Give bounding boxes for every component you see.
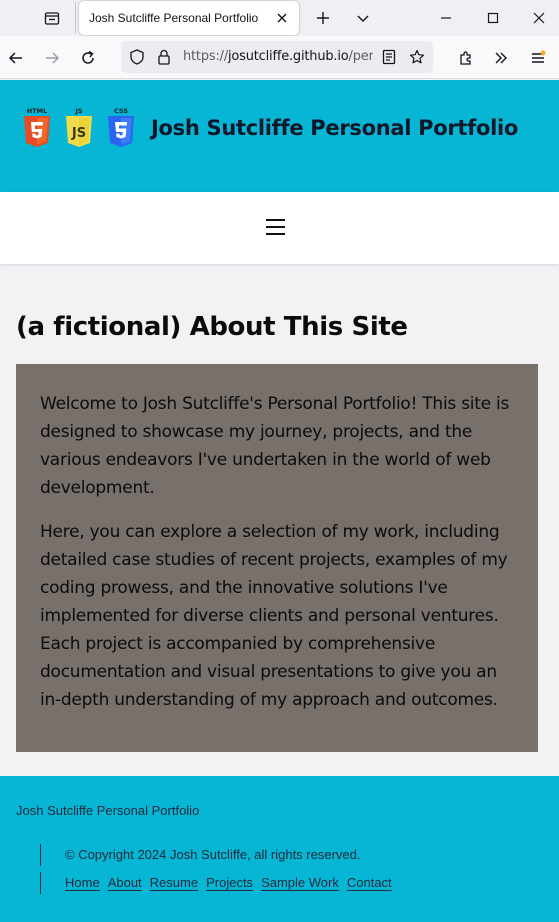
new-tab-icon[interactable] — [312, 7, 334, 29]
html5-logo-icon: HTML — [24, 107, 50, 147]
close-window-icon[interactable] — [527, 6, 551, 30]
reader-view-icon[interactable] — [380, 48, 398, 66]
footer-link-contact[interactable]: Contact — [347, 875, 392, 890]
overflow-chevron-icon[interactable] — [487, 44, 515, 72]
footer-divider — [40, 844, 41, 866]
footer-nav: Home About Resume Projects Sample Work C… — [65, 875, 392, 890]
tab-separator — [75, 2, 76, 34]
javascript-logo-icon: JS JS — [66, 107, 92, 147]
about-paragraph: Here, you can explore a selection of my … — [40, 522, 508, 710]
chevron-down-icon[interactable] — [352, 7, 374, 29]
back-arrow-icon[interactable] — [2, 44, 30, 72]
about-content-box: Welcome to Josh Sutcliffe's Personal Por… — [16, 364, 538, 752]
url-host: josutcliffe.github.io — [228, 49, 349, 64]
footer-link-about[interactable]: About — [108, 875, 142, 890]
hamburger-menu-icon[interactable] — [266, 219, 288, 237]
svg-text:CSS: CSS — [114, 107, 128, 115]
css3-logo-icon: CSS — [108, 107, 134, 147]
close-tab-icon[interactable] — [273, 9, 291, 27]
tab-title: Josh Sutcliffe Personal Portfolio — [89, 11, 259, 25]
site-footer: Josh Sutcliffe Personal Portfolio © Copy… — [0, 776, 559, 922]
footer-link-projects[interactable]: Projects — [206, 875, 253, 890]
about-paragraph: Welcome to Josh Sutcliffe's Personal Por… — [40, 394, 510, 498]
svg-text:HTML: HTML — [27, 107, 47, 115]
url-path: /pers — [348, 49, 373, 64]
app-menu-icon[interactable] — [524, 44, 552, 72]
shield-icon[interactable] — [128, 48, 146, 66]
maximize-icon[interactable] — [481, 6, 505, 30]
page-title: (a fictional) About This Site — [16, 312, 408, 342]
extensions-icon[interactable] — [452, 44, 480, 72]
address-bar[interactable]: https://josutcliffe.github.io/pers — [121, 41, 433, 73]
svg-text:JS: JS — [71, 126, 86, 141]
footer-divider — [40, 872, 41, 894]
footer-link-home[interactable]: Home — [65, 875, 100, 890]
copyright-text: © Copyright 2024 Josh Sutcliffe, all rig… — [65, 847, 361, 862]
url-scheme: https:// — [183, 49, 228, 64]
forward-arrow-icon[interactable] — [38, 44, 66, 72]
firefox-view-icon[interactable] — [40, 7, 64, 29]
browser-nav-bar: https://josutcliffe.github.io/pers — [0, 36, 559, 79]
footer-link-sample-work[interactable]: Sample Work — [261, 875, 339, 890]
footer-link-resume[interactable]: Resume — [150, 875, 198, 890]
url-text: https://josutcliffe.github.io/pers — [183, 49, 373, 64]
active-tab[interactable]: Josh Sutcliffe Personal Portfolio — [79, 1, 299, 35]
browser-tab-bar: Josh Sutcliffe Personal Portfolio — [0, 0, 559, 36]
minimize-icon[interactable] — [434, 6, 458, 30]
reload-icon[interactable] — [74, 44, 102, 72]
lock-icon[interactable] — [155, 48, 173, 66]
footer-site-name: Josh Sutcliffe Personal Portfolio — [16, 803, 200, 818]
site-title: Josh Sutcliffe Personal Portfolio — [151, 116, 519, 140]
svg-text:JS: JS — [74, 107, 82, 115]
bookmark-star-icon[interactable] — [408, 48, 426, 66]
nav-menu-bar — [0, 192, 559, 264]
